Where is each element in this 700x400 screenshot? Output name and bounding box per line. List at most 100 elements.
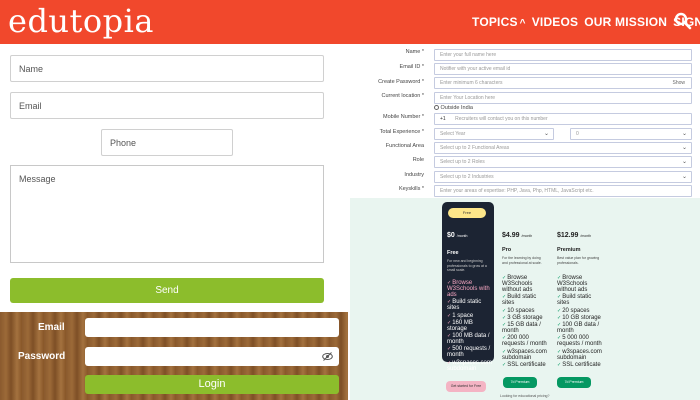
login-password-input[interactable] — [85, 347, 339, 366]
feature-item: ✓SSL certificate — [502, 362, 546, 369]
reg-label-name: Name * — [405, 49, 424, 55]
chevron-down-icon: ⌄ — [543, 131, 549, 137]
check-icon: ✓ — [447, 312, 452, 319]
reg-label-keyskills: Keyskills * — [398, 186, 424, 192]
feature-item: ✓w3spaces.com subdomain — [557, 348, 602, 361]
pricing-section: Free $0 /month Free For new and beginnin… — [350, 198, 700, 400]
reg-label-mobile: Mobile Number * — [383, 114, 424, 120]
feature-item: ✓Build static sites — [557, 294, 592, 307]
nav-videos[interactable]: VIDEOS — [532, 15, 579, 29]
reg-role-select[interactable]: Select up to 2 Roles ⌄ — [434, 156, 692, 168]
plan-desc: Best value plan for growing professional… — [557, 256, 600, 265]
message-textarea[interactable]: Message — [10, 165, 324, 263]
reg-label-functional-area: Functional Area — [385, 143, 424, 149]
reg-password-input[interactable]: Enter minimum 6 characters Show — [434, 77, 692, 89]
feature-item: ✓w3spaces.com subdomain — [447, 359, 492, 372]
plan-name: Pro — [502, 247, 512, 253]
plan-features: ✓Browse W3Schools without ads ✓Build sta… — [557, 275, 605, 369]
feature-item: ✓w3spaces.com subdomain — [502, 348, 547, 361]
eye-slash-icon[interactable] — [322, 352, 333, 361]
plan-features: ✓Browse W3Schools with ads ✓Build static… — [447, 280, 493, 373]
check-icon: ✓ — [502, 314, 507, 321]
reg-label-experience: Total Experience * — [379, 129, 424, 135]
feature-item: ✓3 GB storage — [502, 314, 543, 321]
feature-item: ✓5 000 000 requests / month — [557, 335, 602, 348]
reg-label-password: Create Password * — [378, 79, 424, 85]
educational-pricing-link[interactable]: Looking for educational pricing? — [500, 394, 549, 398]
reg-mobile-input[interactable]: +1 Recruiters will contact you on this n… — [434, 113, 692, 125]
chevron-up-icon: ^ — [519, 18, 526, 29]
nav-our-mission[interactable]: OUR MISSION — [584, 15, 667, 29]
plan-name: Free — [447, 250, 459, 256]
feature-item: ✓15 GB data / month — [502, 322, 541, 335]
login-form: Email Password Login — [0, 312, 348, 400]
chevron-down-icon: ⌄ — [681, 159, 687, 165]
reg-label-industry: Industry — [404, 172, 424, 178]
check-icon: ✓ — [502, 307, 507, 314]
reg-name-input[interactable]: Enter your full name here — [434, 49, 692, 61]
search-icon[interactable] — [674, 12, 692, 30]
premium-plan-button[interactable]: 7d Premium — [557, 377, 591, 388]
chevron-down-icon: ⌄ — [681, 174, 687, 180]
chevron-down-icon: ⌄ — [681, 131, 687, 137]
feature-item: ✓Browse W3Schools with ads — [447, 280, 490, 298]
get-started-free-button[interactable]: Get started for Free — [446, 381, 486, 392]
outside-india-radio[interactable]: Outside India — [434, 105, 473, 111]
check-icon: ✓ — [557, 307, 562, 314]
plan-tag: Free — [448, 208, 486, 218]
feature-item: ✓160 MB storage — [447, 319, 473, 332]
phone-input[interactable]: Phone — [101, 129, 233, 156]
email-label: Email — [38, 322, 65, 333]
password-label: Password — [18, 351, 66, 362]
feature-item: ✓Build static sites — [447, 299, 482, 312]
reg-label-email: Email ID * — [399, 64, 424, 70]
reg-label-role: Role — [412, 157, 424, 163]
feature-item: ✓100 GB data / month — [557, 322, 600, 335]
plan-card-free: Free $0 /month Free For new and beginnin… — [442, 202, 494, 372]
check-icon: ✓ — [557, 362, 562, 369]
feature-item: ✓1 space — [447, 312, 474, 319]
reg-experience-month-select[interactable]: 0 ⌄ — [570, 128, 692, 140]
reg-location-input[interactable]: Enter Your Location here — [434, 92, 692, 104]
reg-functional-area-select[interactable]: Select up to 2 Functional Areas ⌄ — [434, 142, 692, 154]
show-password-toggle[interactable]: Show — [672, 78, 685, 89]
plan-desc: For new and beginning professionals to g… — [447, 259, 487, 272]
feature-item: ✓SSL certificate — [557, 362, 601, 369]
reg-label-location: Current location * — [381, 93, 425, 99]
plan-desc: For the learning by doing and profession… — [502, 256, 542, 265]
reg-keyskills-input[interactable]: Enter your areas of expertise: PHP, Java… — [434, 185, 692, 197]
plan-features: ✓Browse W3Schools without ads ✓Build sta… — [502, 275, 550, 369]
site-logo[interactable]: edutopia — [8, 2, 154, 40]
plan-price: $12.99 /month — [557, 232, 592, 239]
send-button[interactable]: Send — [10, 278, 324, 303]
chevron-down-icon: ⌄ — [681, 145, 687, 151]
feature-item: ✓200 000 requests / month — [502, 335, 547, 348]
plan-name: Premium — [557, 247, 581, 253]
reg-email-input[interactable]: Notifier with your active email id — [434, 63, 692, 75]
feature-item: ✓Browse W3Schools without ads — [502, 275, 533, 293]
main-nav: TOPICS^ VIDEOS OUR MISSION SIGN UP — [472, 15, 700, 29]
check-icon: ✓ — [557, 314, 562, 321]
feature-item: ✓10 spaces — [502, 307, 535, 314]
login-button[interactable]: Login — [85, 375, 339, 394]
email-input[interactable]: Email — [10, 92, 324, 119]
feature-item: ✓500 requests / month — [447, 346, 491, 359]
login-email-input[interactable] — [85, 318, 339, 337]
plan-price: $4.99 /month — [502, 232, 533, 239]
feature-item: ✓20 spaces — [557, 307, 590, 314]
name-input[interactable]: Name — [10, 55, 324, 82]
feature-item: ✓Build static sites — [502, 294, 537, 307]
feature-item: ✓10 GB storage — [557, 314, 601, 321]
reg-industry-select[interactable]: Select up to 2 Industries ⌄ — [434, 171, 692, 183]
feature-item: ✓Browse W3Schools without ads — [557, 275, 588, 293]
feature-item: ✓100 MB data / month — [447, 333, 490, 346]
site-header: edutopia TOPICS ^ VIDEOS OUR MISSION SIGN… — [0, 0, 700, 44]
pro-plan-button[interactable]: 7d Premium — [503, 377, 537, 388]
plan-price: $0 /month — [447, 232, 468, 239]
reg-experience-year-select[interactable]: Select Year ⌄ — [434, 128, 554, 140]
radio-icon — [434, 105, 439, 111]
contact-form: Name Email Phone Message Send — [0, 44, 348, 312]
check-icon: ✓ — [502, 362, 507, 369]
registration-form: Name * Enter your full name here Email I… — [350, 44, 700, 198]
nav-topics[interactable]: TOPICS ^ — [472, 15, 526, 29]
